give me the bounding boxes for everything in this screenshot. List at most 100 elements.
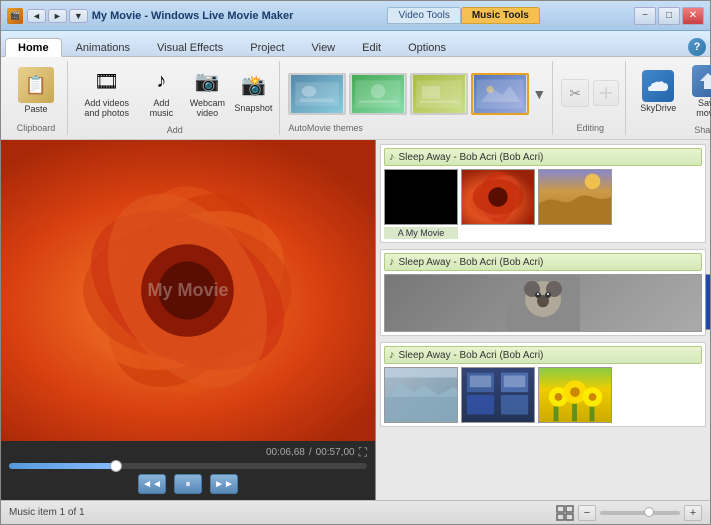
- paste-label: Paste: [24, 105, 47, 115]
- clip-group-3-header: ♪ Sleep Away - Bob Acri (Bob Acri): [384, 346, 702, 364]
- app-window: 🎬 ◄ ► ▼ My Movie - Windows Live Movie Ma…: [0, 0, 711, 525]
- automovie-label: AutoMovie themes: [288, 123, 546, 135]
- playback-controls: ◄◄ ⏸ ►►: [9, 472, 367, 496]
- fast-forward-button[interactable]: ►►: [210, 474, 238, 494]
- window-controls: − □ ✕: [634, 7, 704, 25]
- add-videos-button[interactable]: 🎞 Add videos and photos: [76, 61, 137, 123]
- clip-group-3-title: Sleep Away - Bob Acri (Bob Acri): [399, 350, 544, 361]
- music-note-icon-1: ♪: [389, 151, 395, 163]
- nav-dropdown-button[interactable]: ▼: [69, 9, 88, 23]
- paste-icon: 📋: [18, 67, 54, 103]
- automovie-group: ▼ AutoMovie themes: [282, 61, 553, 135]
- tab-home[interactable]: Home: [5, 38, 62, 57]
- snapshot-icon: 📸: [237, 70, 269, 102]
- timeline-scroll[interactable]: ♪ Sleep Away - Bob Acri (Bob Acri): [376, 140, 710, 500]
- preview-controls: 00:06,68 / 00:57,00 ⛶ ◄◄ ⏸ ►►: [1, 441, 375, 500]
- help-button[interactable]: ?: [688, 38, 706, 56]
- clip-group-1: ♪ Sleep Away - Bob Acri (Bob Acri): [380, 144, 706, 243]
- music-note-icon-3: ♪: [389, 349, 395, 361]
- tab-music-tools[interactable]: Music Tools: [461, 7, 540, 24]
- clip-group-1-header: ♪ Sleep Away - Bob Acri (Bob Acri): [384, 148, 702, 166]
- status-bar: Music item 1 of 1 − +: [1, 500, 710, 524]
- themes-scroll-button[interactable]: ▼: [532, 86, 546, 102]
- tab-edit[interactable]: Edit: [349, 38, 394, 56]
- clip-thumb-black[interactable]: [384, 169, 458, 225]
- minimize-button[interactable]: −: [634, 7, 656, 25]
- titlebar-left: 🎬 ◄ ► ▼ My Movie - Windows Live Movie Ma…: [7, 8, 293, 24]
- theme-3[interactable]: [410, 73, 468, 115]
- zoom-slider[interactable]: [600, 511, 680, 515]
- add-videos-label: Add videos and photos: [82, 99, 131, 119]
- save-movie-label: Save movie: [692, 99, 711, 119]
- save-movie-icon: [692, 65, 711, 97]
- editing-label: Editing: [576, 123, 604, 135]
- skydrive-icon: [642, 70, 674, 102]
- progress-thumb: [110, 460, 122, 472]
- skydrive-button[interactable]: SkyDrive: [634, 66, 682, 118]
- zoom-in-button[interactable]: +: [684, 505, 702, 521]
- share-group-content: SkyDrive Save movie Sign in: [634, 61, 711, 123]
- cut-button: ✂: [561, 79, 589, 107]
- clip-thumb-softonic[interactable]: ⭐ softonic download & review free softwa…: [705, 274, 710, 330]
- share-label: Share: [694, 125, 711, 137]
- maximize-button[interactable]: □: [658, 7, 680, 25]
- nav-forward-button[interactable]: ►: [48, 9, 67, 23]
- preview-area: My Movie 00:06,68 / 00:57,00 ⛶ ◄◄ ⏸ ►►: [1, 140, 376, 500]
- tab-visual-effects[interactable]: Visual Effects: [144, 38, 236, 56]
- progress-fill: [9, 463, 116, 469]
- clip-group-3: ♪ Sleep Away - Bob Acri (Bob Acri): [380, 342, 706, 427]
- ribbon-tab-bar: Home Animations Visual Effects Project V…: [1, 31, 710, 57]
- tab-options[interactable]: Options: [395, 38, 459, 56]
- rewind-button[interactable]: ◄◄: [138, 474, 166, 494]
- video-preview: My Movie: [1, 140, 375, 441]
- add-music-button[interactable]: ♪ Add music: [141, 61, 181, 123]
- clip-thumb-office[interactable]: [461, 367, 535, 423]
- webcam-video-button[interactable]: 📷 Webcam video: [185, 61, 229, 123]
- close-button[interactable]: ✕: [682, 7, 704, 25]
- clip-thumb-flower[interactable]: [461, 169, 535, 225]
- zoom-slider-thumb: [644, 507, 654, 517]
- fullscreen-button[interactable]: ⛶: [359, 445, 367, 460]
- clip-thumb-flowers2[interactable]: [538, 367, 612, 423]
- clip-group-2-title: Sleep Away - Bob Acri (Bob Acri): [399, 257, 544, 268]
- skydrive-label: SkyDrive: [640, 104, 676, 114]
- clip-thumb-desert[interactable]: [538, 169, 612, 225]
- theme-2[interactable]: [349, 73, 407, 115]
- snapshot-label: Snapshot: [234, 104, 272, 114]
- share-group: SkyDrive Save movie Sign in: [628, 61, 711, 135]
- main-content: My Movie 00:06,68 / 00:57,00 ⛶ ◄◄ ⏸ ►►: [1, 140, 710, 500]
- editing-group-content: ✂: [561, 61, 619, 121]
- add-music-icon: ♪: [145, 65, 177, 97]
- current-time: 00:06,68: [266, 447, 305, 458]
- music-note-icon-2: ♪: [389, 256, 395, 268]
- tool-tabs: Video Tools Music Tools: [387, 7, 539, 24]
- ribbon-content: 📋 Paste Clipboard 🎞 Add videos and photo…: [1, 57, 710, 139]
- zoom-out-button[interactable]: −: [578, 505, 596, 521]
- tab-project[interactable]: Project: [237, 38, 297, 56]
- clip-group-3-thumbs: [384, 367, 702, 423]
- tab-view[interactable]: View: [298, 38, 348, 56]
- editing-group: ✂ Editing: [555, 61, 626, 135]
- pause-button[interactable]: ⏸: [174, 474, 202, 494]
- tab-video-tools[interactable]: Video Tools: [387, 7, 460, 24]
- clipboard-label: Clipboard: [17, 123, 56, 135]
- clip-thumb-interior[interactable]: [384, 367, 458, 423]
- webcam-label: Webcam video: [190, 99, 225, 119]
- webcam-icon: 📷: [191, 65, 223, 97]
- clip-label-mymovie: A My Movie: [384, 227, 458, 239]
- ribbon: Home Animations Visual Effects Project V…: [1, 31, 710, 140]
- save-movie-button[interactable]: Save movie: [686, 61, 711, 123]
- theme-1[interactable]: [288, 73, 346, 115]
- window-title: My Movie - Windows Live Movie Maker: [92, 10, 294, 22]
- nav-back-button[interactable]: ◄: [27, 9, 46, 23]
- theme-4[interactable]: [471, 73, 529, 115]
- paste-button[interactable]: 📋 Paste: [11, 63, 61, 119]
- fit-controls: [556, 505, 574, 521]
- progress-bar[interactable]: [9, 463, 367, 469]
- tab-animations[interactable]: Animations: [63, 38, 143, 56]
- snapshot-button[interactable]: 📸 Snapshot: [233, 66, 273, 118]
- clip-thumb-koala[interactable]: [384, 274, 702, 332]
- trim-button: [593, 80, 619, 106]
- add-group-label: Add: [167, 125, 183, 137]
- app-icon: 🎬: [7, 8, 23, 24]
